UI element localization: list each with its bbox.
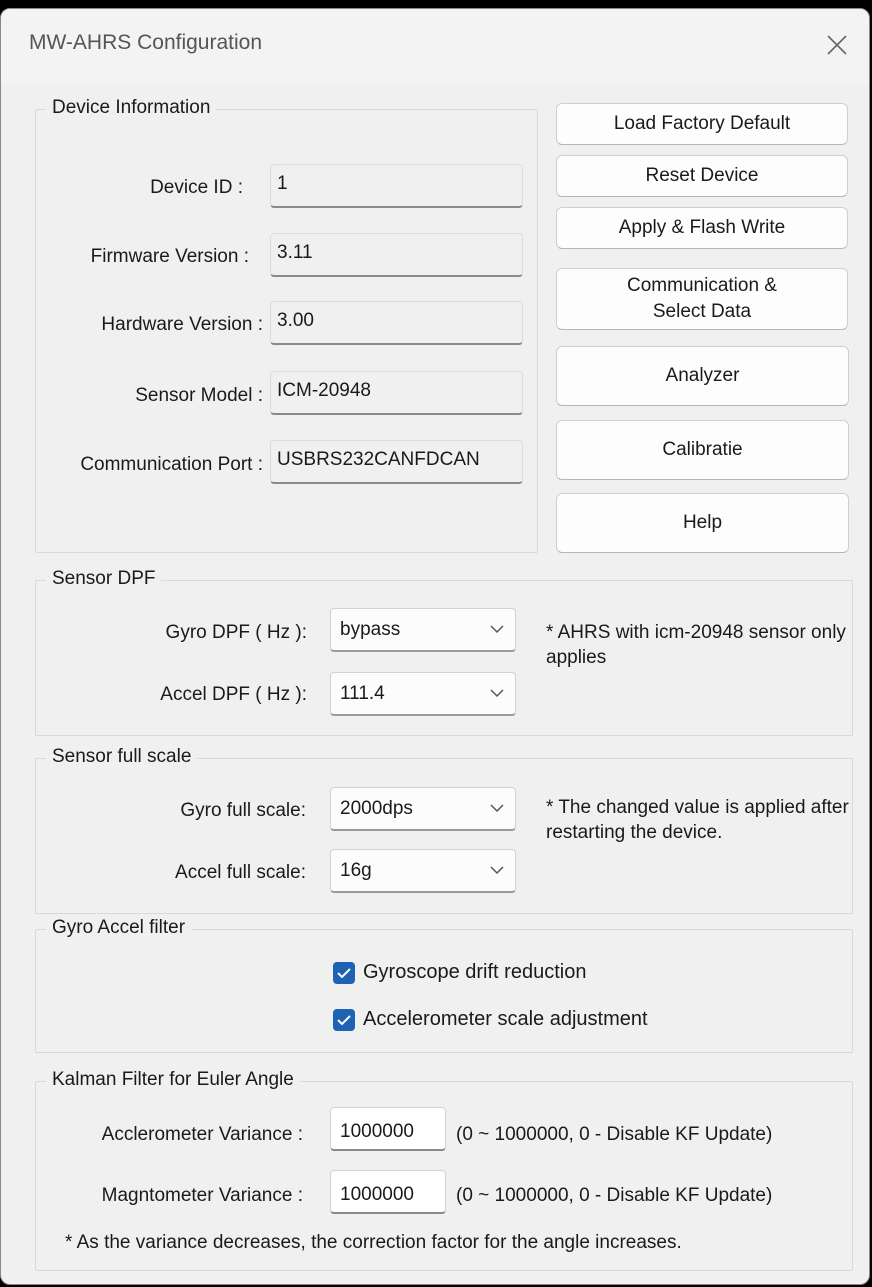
help-button[interactable]: Help: [556, 493, 849, 553]
chevron-down-icon: [490, 625, 504, 634]
firmware-version-label: Firmware Version :: [90, 246, 249, 267]
checkbox-label: Gyroscope drift reduction: [363, 961, 587, 983]
sensor-model-label: Sensor Model :: [135, 385, 263, 406]
magnetometer-variance-range: (0 ~ 1000000, 0 - Disable KF Update): [456, 1185, 773, 1206]
magnetometer-variance-input[interactable]: [330, 1170, 446, 1214]
checkbox-label: Accelerometer scale adjustment: [363, 1008, 648, 1030]
gyro-full-scale-select[interactable]: 2000dps: [330, 787, 516, 831]
checkmark-icon: [337, 1014, 351, 1025]
group-title: Gyro Accel filter: [46, 917, 192, 939]
accelerometer-variance-input[interactable]: [330, 1107, 446, 1151]
checkbox-checked[interactable]: [333, 1008, 355, 1031]
gyro-drift-reduction-checkbox[interactable]: Gyroscope drift reduction: [333, 961, 586, 984]
group-title: Kalman Filter for Euler Angle: [46, 1069, 300, 1091]
accel-scale-adjustment-checkbox[interactable]: Accelerometer scale adjustment: [333, 1008, 648, 1031]
group-title: Sensor full scale: [46, 746, 198, 768]
close-icon: [827, 35, 847, 55]
chevron-down-icon: [490, 689, 504, 698]
accelerometer-variance-range: (0 ~ 1000000, 0 - Disable KF Update): [456, 1124, 773, 1145]
selected-value: 2000dps: [340, 798, 413, 819]
chevron-down-icon: [490, 866, 504, 875]
magnetometer-variance-label: Magntometer Variance :: [101, 1185, 303, 1206]
checkmark-icon: [337, 967, 351, 978]
gyro-dpf-label: Gyro DPF ( Hz ):: [165, 622, 307, 643]
hardware-version-field: 3.00: [270, 301, 523, 345]
calibratie-button[interactable]: Calibratie: [556, 420, 849, 480]
accel-full-scale-label: Accel full scale:: [175, 862, 306, 883]
selected-value: 16g: [340, 860, 372, 881]
accel-full-scale-select[interactable]: 16g: [330, 849, 516, 893]
accel-dpf-label: Accel DPF ( Hz ):: [160, 684, 307, 705]
device-id-label: Device ID :: [150, 177, 243, 198]
title-bar: MW-AHRS Configuration: [1, 9, 869, 83]
sensor-dpf-note: * AHRS with icm-20948 sensor only applie…: [546, 622, 846, 668]
hardware-version-label: Hardware Version :: [101, 314, 263, 335]
sensor-full-scale-note: * The changed value is applied after res…: [546, 797, 849, 843]
checkbox-checked[interactable]: [333, 961, 355, 984]
firmware-version-field: 3.11: [270, 233, 523, 277]
group-title: Sensor DPF: [46, 568, 162, 590]
window-title: MW-AHRS Configuration: [29, 31, 263, 54]
communication-port-label: Communication Port :: [80, 454, 263, 475]
gyro-dpf-select[interactable]: bypass: [330, 608, 516, 652]
chevron-down-icon: [490, 804, 504, 813]
device-id-field: 1: [270, 164, 523, 208]
communication-port-field: USBRS232CANFDCAN: [270, 440, 523, 484]
kalman-footnote: * As the variance decreases, the correct…: [65, 1232, 682, 1253]
apply-flash-write-button[interactable]: Apply & Flash Write: [556, 207, 848, 249]
selected-value: 111.4: [340, 683, 385, 704]
load-factory-default-button[interactable]: Load Factory Default: [556, 103, 848, 145]
communication-select-data-button[interactable]: Communication & Select Data: [556, 268, 848, 330]
analyzer-button[interactable]: Analyzer: [556, 346, 849, 406]
sensor-model-field: ICM-20948: [270, 371, 523, 415]
selected-value: bypass: [340, 619, 401, 640]
accel-dpf-select[interactable]: 111.4: [330, 672, 516, 716]
gyro-accel-filter-group: Gyro Accel filter: [35, 917, 853, 1053]
reset-device-button[interactable]: Reset Device: [556, 155, 848, 197]
close-button[interactable]: [817, 25, 857, 65]
gyro-full-scale-label: Gyro full scale:: [180, 800, 306, 821]
accelerometer-variance-label: Acclerometer Variance :: [101, 1124, 303, 1145]
group-title: Device Information: [46, 97, 217, 119]
config-window: MW-AHRS Configuration Device Information…: [0, 8, 870, 1285]
